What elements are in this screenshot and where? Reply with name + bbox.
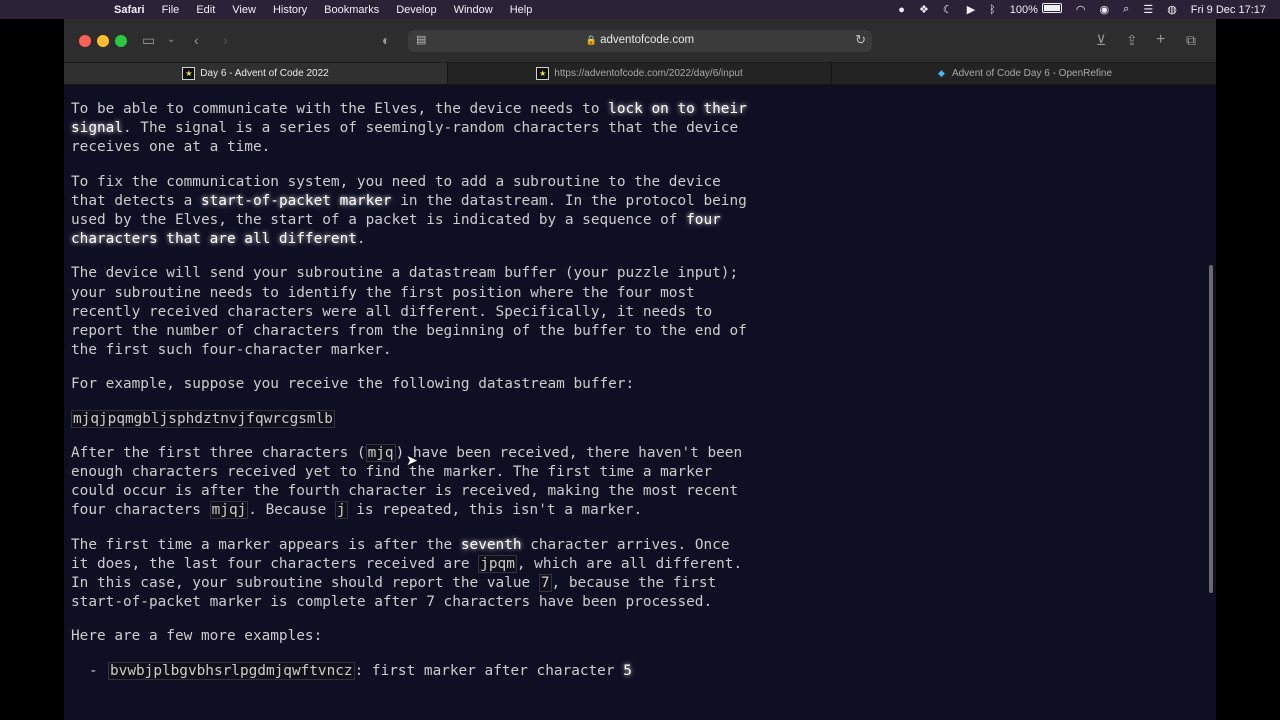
text: . Because (248, 502, 335, 519)
menu-bookmarks[interactable]: Bookmarks (324, 4, 379, 16)
paragraph: To be able to communicate with the Elves… (71, 100, 751, 158)
record-icon[interactable]: ● (898, 4, 905, 16)
code: mjqjpqmgbljsphdztnvjfqwrcgsmlb (71, 409, 335, 428)
example-datastream: mjqjpqmgbljsphdztnvjfqwrcgsmlb (71, 409, 751, 429)
back-icon[interactable]: ‹ (194, 31, 199, 49)
puzzle-article: To be able to communicate with the Elves… (71, 100, 751, 681)
close-window-button[interactable] (79, 35, 91, 47)
dropbox-icon[interactable]: ❖ (919, 3, 929, 16)
bluetooth-icon[interactable]: ᛒ (989, 4, 996, 16)
menu-window[interactable]: Window (454, 4, 493, 16)
menu-develop[interactable]: Develop (396, 4, 436, 16)
tab-label: Day 6 - Advent of Code 2022 (200, 68, 329, 79)
aoc-favicon-icon: ★ (182, 67, 196, 80)
text: . (356, 231, 366, 248)
lock-icon: 🔒 (585, 35, 598, 45)
paragraph: The device will send your subroutine a d… (71, 265, 747, 359)
menu-edit[interactable]: Edit (196, 4, 215, 16)
paragraph: To fix the communication system, you nee… (71, 173, 751, 250)
browser-toolbar: ▭ ⌄ ‹ › ◐ ▤ 🔒 adventofcode.com ↻ ⊻ ⇪ + ⧉ (64, 19, 1216, 63)
examples-list: bvwbjplbgvbhsrlpgdmjqwftvncz: first mark… (71, 661, 751, 681)
minimize-window-button[interactable] (97, 35, 109, 47)
battery-status[interactable]: 100% (1010, 3, 1062, 16)
downloads-icon[interactable]: ⊻ (1096, 31, 1106, 49)
code: jpqm (478, 554, 517, 573)
tab-label: Advent of Code Day 6 - OpenRefine (951, 68, 1113, 79)
reload-icon[interactable]: ↻ (855, 32, 866, 48)
share-icon[interactable]: ⇪ (1126, 31, 1138, 49)
clock[interactable]: Fri 9 Dec 17:17 (1191, 4, 1266, 16)
text: After the first three characters ( (71, 444, 366, 461)
url-display: 🔒 adventofcode.com (408, 34, 872, 46)
scrollbar-thumb[interactable] (1209, 265, 1213, 593)
tab-label: https://adventofcode.com/2022/day/6/inpu… (554, 68, 743, 79)
paragraph: The first time a marker appears is after… (71, 536, 751, 613)
sidebar-icon[interactable]: ▭ (142, 31, 155, 49)
menu-history[interactable]: History (273, 4, 307, 16)
list-item: bvwbjplbgvbhsrlpgdmjqwftvncz: first mark… (71, 661, 751, 681)
fullscreen-window-button[interactable] (115, 35, 127, 47)
text: . The signal is a series of seemingly-ra… (71, 120, 739, 156)
url-text: adventofcode.com (600, 34, 695, 46)
code: 7 (538, 574, 552, 593)
text: : first marker after character (354, 662, 624, 679)
wifi-icon[interactable]: ◠ (1076, 3, 1086, 16)
menu-help[interactable]: Help (510, 4, 533, 16)
siri-icon[interactable]: ◍ (1167, 3, 1177, 16)
page-content: To be able to communicate with the Elves… (64, 85, 1216, 720)
menu-view[interactable]: View (232, 4, 256, 16)
moon-icon[interactable]: ☾ (943, 3, 953, 16)
control-center-icon[interactable]: ☰ (1143, 3, 1153, 16)
menu-file[interactable]: File (162, 4, 180, 16)
tab-input[interactable]: ★ https://adventofcode.com/2022/day/6/in… (448, 63, 832, 84)
play-icon[interactable]: ▶ (967, 3, 975, 16)
tab-bar: ★ Day 6 - Advent of Code 2022 ★ https://… (64, 63, 1216, 85)
code: mjqj (209, 501, 249, 520)
emphasis: seventh (460, 536, 522, 553)
menu-app-name[interactable]: Safari (114, 4, 145, 16)
tab-day6[interactable]: ★ Day 6 - Advent of Code 2022 (64, 63, 448, 84)
code: bvwbjplbgvbhsrlpgdmjqwftvncz (108, 661, 355, 680)
code: mjq (365, 443, 396, 462)
tab-overview-icon[interactable]: ⧉ (1186, 31, 1196, 49)
search-icon[interactable]: ⌕ (1123, 3, 1129, 16)
new-tab-icon[interactable]: + (1156, 31, 1165, 49)
menu-bar: Safari File Edit View History Bookmarks … (0, 0, 1280, 19)
text: is repeated, this isn't a marker. (347, 502, 643, 519)
text: To be able to communicate with the Elves… (71, 101, 609, 117)
emphasis: 5 (623, 662, 632, 679)
emphasis: start-of-packet marker (200, 192, 392, 209)
privacy-shield-icon[interactable]: ◐ (382, 31, 390, 49)
code: j (334, 501, 348, 520)
tab-openrefine[interactable]: ◆ Advent of Code Day 6 - OpenRefine (832, 63, 1216, 84)
paragraph: For example, suppose you receive the fol… (71, 376, 635, 393)
chevron-down-icon[interactable]: ⌄ (167, 31, 175, 49)
user-icon[interactable]: ◉ (1100, 3, 1110, 16)
scrollbar[interactable] (1209, 85, 1215, 720)
forward-icon[interactable]: › (223, 31, 228, 49)
openrefine-favicon-icon: ◆ (937, 68, 945, 78)
status-area: ● ❖ ☾ ▶ ᛒ 100% ◠ ◉ ⌕ ☰ ◍ Fri 9 Dec 17:17 (898, 0, 1280, 19)
battery-percent: 100% (1009, 4, 1038, 16)
paragraph: Here are a few more examples: (71, 628, 323, 645)
aoc-favicon-icon: ★ (536, 67, 550, 80)
text: The first time a marker appears is after… (71, 536, 461, 553)
mouse-pointer-icon: ➤ (406, 452, 418, 468)
address-bar[interactable]: ▤ 🔒 adventofcode.com ↻ (408, 30, 872, 52)
safari-window: ▭ ⌄ ‹ › ◐ ▤ 🔒 adventofcode.com ↻ ⊻ ⇪ + ⧉ … (64, 19, 1216, 720)
battery-icon (1041, 3, 1062, 13)
